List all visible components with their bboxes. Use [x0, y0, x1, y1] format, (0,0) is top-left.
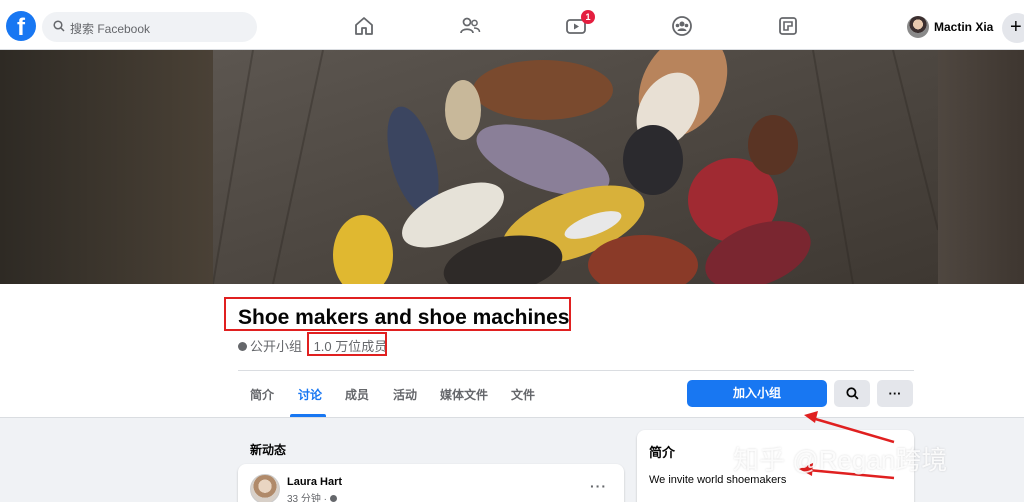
- group-search-button[interactable]: [834, 380, 870, 407]
- post-card: Laura Hart 33 分钟 · ···: [238, 464, 624, 502]
- tab-about[interactable]: 简介: [250, 386, 274, 403]
- post-timestamp[interactable]: 33 分钟 ·: [287, 490, 340, 502]
- friends-icon[interactable]: [459, 15, 481, 37]
- search-icon: [53, 20, 65, 32]
- tab-discussion[interactable]: 讨论: [298, 386, 322, 403]
- watermark: 知乎 @Regan跨境: [733, 445, 948, 475]
- top-nav-bar: f 搜索 Facebook 1 Mactin Xia +: [0, 0, 1024, 50]
- about-heading: 简介: [649, 445, 676, 460]
- globe-icon: [329, 495, 337, 502]
- post-more-button[interactable]: ···: [590, 478, 607, 494]
- group-header: Shoe makers and shoe machines 公开小组 · 1.0…: [0, 284, 1024, 418]
- join-group-button[interactable]: 加入小组: [687, 380, 827, 407]
- magnifier-icon: [845, 387, 859, 400]
- home-icon[interactable]: [353, 15, 375, 37]
- globe-icon: [238, 342, 247, 351]
- cover-photo: [0, 50, 1024, 284]
- search-input[interactable]: 搜索 Facebook: [42, 12, 257, 42]
- more-icon[interactable]: ···: [877, 380, 913, 407]
- group-privacy: 公开小组: [250, 339, 303, 354]
- cover-photo-image: [213, 50, 938, 284]
- tab-files[interactable]: 文件: [511, 386, 535, 403]
- post-author[interactable]: Laura Hart: [287, 476, 342, 488]
- plus-icon[interactable]: +: [1002, 13, 1024, 43]
- divider: [238, 370, 914, 371]
- feed-heading: 新动态: [250, 443, 287, 457]
- post-time-text: 33 分钟 ·: [287, 494, 330, 502]
- avatar[interactable]: [250, 474, 280, 502]
- annotation-box-title: [224, 297, 571, 331]
- tab-members[interactable]: 成员: [345, 386, 369, 403]
- profile-name: Mactin Xia: [934, 20, 994, 34]
- cover-photo-blur-right: [938, 50, 1024, 284]
- notification-badge: 1: [581, 10, 595, 24]
- avatar: [907, 16, 929, 38]
- search-placeholder: 搜索 Facebook: [70, 22, 151, 36]
- annotation-box-members: [307, 332, 387, 356]
- groups-icon[interactable]: [671, 15, 693, 37]
- cover-photo-blur-left: [0, 50, 213, 284]
- tab-media[interactable]: 媒体文件: [440, 386, 488, 403]
- gaming-icon[interactable]: [777, 15, 799, 37]
- active-tab-indicator: [290, 414, 326, 417]
- facebook-logo-icon[interactable]: f: [6, 11, 36, 41]
- tab-events[interactable]: 活动: [393, 386, 417, 403]
